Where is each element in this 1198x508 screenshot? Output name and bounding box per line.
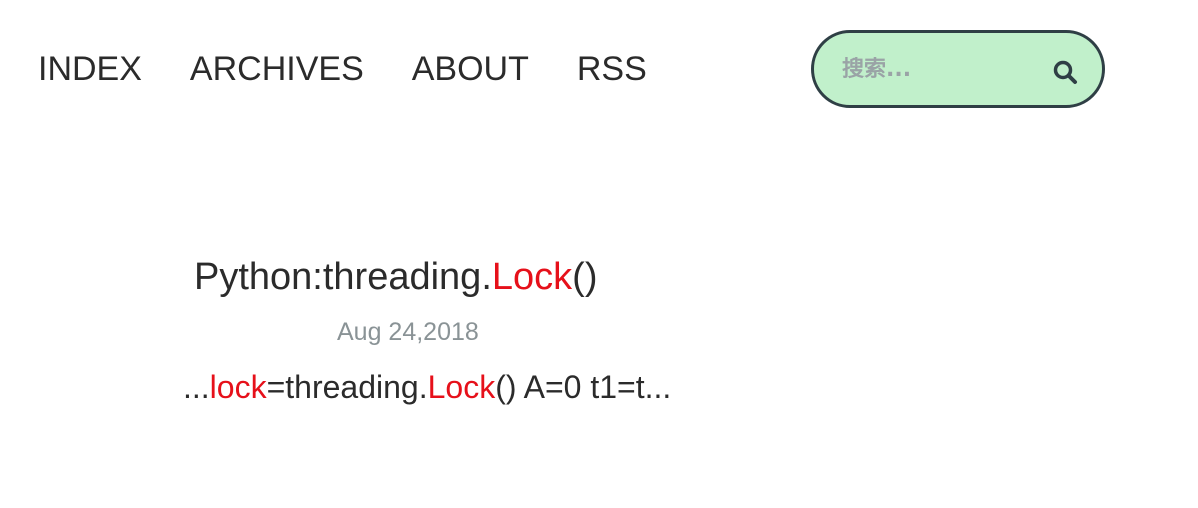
post-title-highlight: Lock (491, 256, 573, 298)
search-input[interactable] (842, 56, 1032, 82)
nav-index[interactable]: INDEX (38, 48, 142, 90)
nav-rss[interactable]: RSS (577, 48, 647, 90)
nav-about[interactable]: ABOUT (412, 48, 529, 90)
search-form (811, 30, 1105, 108)
excerpt-text: () A=0 t1=t... (495, 369, 672, 405)
excerpt-highlight: Lock (427, 369, 496, 405)
excerpt-text: ... (183, 369, 210, 405)
post-date: Aug 24,2018 (337, 318, 479, 346)
post-title-text: () (572, 256, 598, 298)
search-button[interactable] (1052, 59, 1078, 85)
post-title-link[interactable]: Python:threading.Lock() (194, 252, 597, 302)
main-nav: INDEX ARCHIVES ABOUT RSS (38, 48, 647, 90)
excerpt-text: =threading. (266, 369, 428, 405)
search-icon (1053, 60, 1077, 84)
excerpt-highlight: lock (209, 369, 267, 405)
nav-archives[interactable]: ARCHIVES (190, 48, 364, 90)
post-excerpt: ...lock=threading.Lock() A=0 t1=t... (183, 366, 671, 408)
post-title-text: Python:threading. (194, 256, 492, 298)
